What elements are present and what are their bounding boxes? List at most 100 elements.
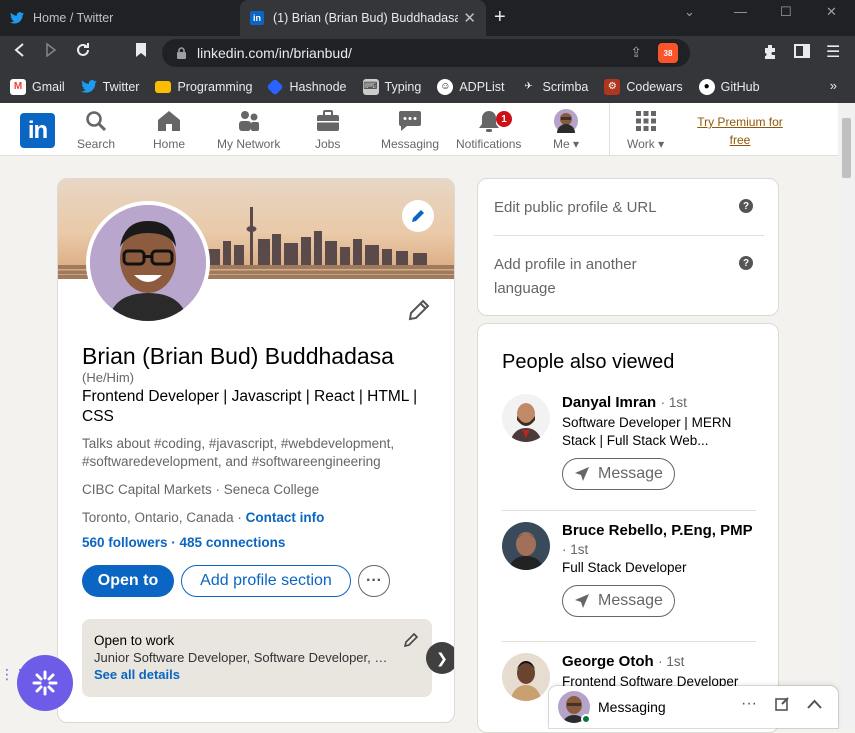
nav-me[interactable]: Me ▾ [553, 109, 579, 151]
profile-photo[interactable] [86, 201, 210, 325]
tab-title: Home / Twitter [33, 11, 114, 25]
open-to-button[interactable]: Open to [82, 565, 174, 597]
bookmark-programming[interactable]: Programming [155, 79, 253, 94]
messaging-label: Messaging [598, 699, 666, 715]
person-info: Danyal Imran · 1st Software Developer | … [562, 394, 762, 490]
message-button[interactable]: Message [562, 458, 675, 490]
avatar[interactable] [502, 653, 550, 701]
forward-icon[interactable] [44, 42, 58, 63]
profile-company[interactable]: CIBC Capital Markets · Seneca College [82, 482, 319, 497]
linkedin-navbar: in Search Home My Network Jobs Messaging [0, 103, 838, 156]
network-icon [237, 109, 261, 133]
avatar[interactable] [502, 522, 550, 570]
avatar[interactable] [502, 394, 550, 442]
profile-headline: Frontend Developer | Javascript | React … [82, 388, 418, 425]
bookmark-github[interactable]: ● GitHub [698, 78, 760, 95]
bookmark-scrimba[interactable]: ✈ Scrimba [521, 79, 589, 95]
profile-network-counts: 560 followers · 485 connections [82, 535, 285, 550]
minimize-button[interactable]: — [734, 4, 747, 19]
connection-degree: · 1st [658, 654, 685, 669]
message-button[interactable]: Message [562, 585, 675, 617]
help-icon[interactable]: ? [739, 199, 753, 213]
person-title: Full Stack Developer [562, 560, 687, 575]
more-options-icon[interactable]: ··· [741, 695, 757, 713]
nav-jobs[interactable]: Jobs [315, 109, 340, 151]
close-window-button[interactable]: ✕ [826, 4, 837, 20]
nav-label: My Network [217, 137, 281, 151]
address-bar[interactable]: linkedin.com/in/brianbud/ ⇪ 38 [162, 39, 690, 67]
bookmark-label: Programming [177, 79, 253, 94]
bookmark-label: Codewars [626, 79, 683, 94]
nav-notifications[interactable]: Notifications 1 [456, 109, 521, 151]
tab-twitter[interactable]: Home / Twitter [0, 0, 240, 36]
edit-public-profile-link[interactable]: Edit public profile & URL [494, 196, 724, 220]
open-to-work-card[interactable]: Open to work Junior Software Developer, … [82, 619, 432, 697]
extensions-icon[interactable] [762, 44, 778, 65]
edit-banner-button[interactable] [402, 200, 434, 232]
compose-icon[interactable] [775, 696, 790, 716]
bookmark-icon[interactable] [135, 42, 147, 63]
linkedin-logo[interactable]: in [20, 113, 55, 148]
bookmark-gmail[interactable]: M Gmail [10, 78, 65, 95]
back-icon[interactable] [12, 42, 26, 63]
search-icon [85, 109, 107, 133]
profile-name: Brian (Brian Bud) Buddhadasa [82, 343, 394, 369]
browser-chrome: Home / Twitter in (1) Brian (Brian Bud) … [0, 0, 855, 103]
chevron-down-icon: ▾ [573, 137, 580, 151]
bookmark-hashnode[interactable]: Hashnode [266, 78, 347, 95]
followers-link[interactable]: 560 followers [82, 535, 168, 550]
bookmark-codewars[interactable]: ⚙ Codewars [604, 78, 683, 95]
add-profile-language-link[interactable]: Add profile in another language [494, 253, 684, 301]
scrollbar-thumb[interactable] [842, 118, 851, 178]
bookmark-typing[interactable]: ⌨ Typing [362, 78, 421, 95]
assistant-widget-button[interactable] [17, 655, 73, 711]
connection-degree: · 1st [660, 395, 687, 410]
nav-divider [609, 103, 610, 155]
person-name[interactable]: George Otoh [562, 653, 654, 670]
edit-open-to-work-button[interactable] [403, 632, 419, 652]
nav-messaging[interactable]: Messaging [381, 109, 439, 151]
share-icon[interactable]: ⇪ [630, 44, 642, 61]
person-name[interactable]: Danyal Imran [562, 394, 656, 411]
bookmark-label: Gmail [32, 79, 65, 94]
avatar [554, 109, 579, 133]
more-actions-button[interactable]: ··· [358, 565, 390, 597]
home-icon [157, 109, 181, 133]
maximize-button[interactable]: ☐ [780, 4, 792, 20]
nav-work[interactable]: Work ▾ [627, 109, 664, 151]
message-label: Message [598, 592, 663, 609]
new-tab-button[interactable]: + [494, 6, 506, 29]
chevron-up-icon[interactable] [807, 696, 822, 714]
nav-home[interactable]: Home [153, 109, 185, 151]
person-name[interactable]: Bruce Rebello, P.Eng, PMP [562, 522, 753, 539]
help-icon[interactable]: ? [739, 256, 753, 270]
contact-info-link[interactable]: Contact info [246, 510, 325, 525]
add-profile-section-button[interactable]: Add profile section [181, 565, 351, 597]
bookmark-adplist[interactable]: ☺ ADPList [437, 78, 505, 95]
nav-label: Me ▾ [553, 137, 579, 151]
me-label: Me [553, 137, 570, 151]
connection-degree: · 1st [562, 542, 589, 557]
close-tab-icon[interactable]: ✕ [463, 9, 476, 27]
bookmark-twitter[interactable]: Twitter [80, 79, 139, 95]
brave-shield-icon[interactable]: 38 [658, 43, 678, 63]
try-premium-link[interactable]: Try Premium for free [690, 113, 790, 149]
menu-icon[interactable]: ☰ [826, 42, 840, 62]
profile-pronouns: (He/Him) [82, 370, 134, 385]
connections-link[interactable]: · 485 connections [168, 535, 285, 550]
nav-search[interactable]: Search [77, 109, 115, 151]
edit-intro-button[interactable] [408, 299, 430, 326]
bookmarks-overflow-icon[interactable]: » [830, 78, 837, 93]
tab-search-icon[interactable]: ⌄ [684, 4, 695, 20]
pencil-icon [412, 210, 424, 222]
brave-badge: 38 [663, 48, 673, 58]
see-all-details-link[interactable]: See all details [94, 667, 420, 682]
reload-icon[interactable] [75, 42, 91, 63]
nav-my-network[interactable]: My Network [217, 109, 280, 151]
tab-linkedin[interactable]: in (1) Brian (Brian Bud) Buddhadasa ✕ [240, 0, 486, 36]
bookmark-label: Scrimba [542, 79, 589, 94]
page-scrollbar[interactable] [838, 103, 855, 728]
sidebar-toggle-icon[interactable] [794, 44, 810, 63]
carousel-next-button[interactable]: ❯ [426, 642, 454, 674]
messaging-bar[interactable]: Messaging ··· [549, 686, 838, 728]
